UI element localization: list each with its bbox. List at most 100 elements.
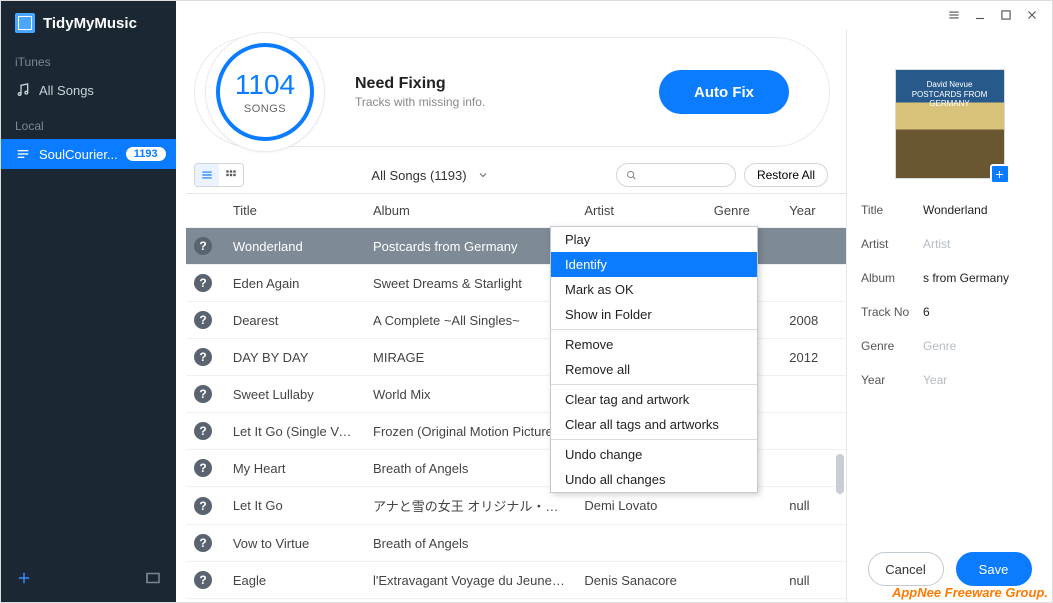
chevron-down-icon: [477, 169, 489, 181]
context-menu-item[interactable]: Undo change: [551, 442, 757, 467]
app-logo-icon: [15, 13, 35, 33]
detail-label-year: Year: [861, 373, 923, 387]
context-menu-item[interactable]: Clear all tags and artworks: [551, 412, 757, 437]
missing-info-icon: ?: [194, 459, 212, 477]
sidebar-item-all-songs[interactable]: All Songs: [1, 75, 176, 105]
window-controls: [176, 1, 1052, 29]
table-header-row: Title Album Artist Genre Year: [186, 194, 846, 228]
window-minimize-button[interactable]: [970, 7, 990, 23]
detail-value-title[interactable]: Wonderland: [923, 203, 1038, 217]
cell-title: Vow to Virtue: [225, 525, 365, 562]
cell-artist: [576, 525, 705, 562]
sidebar-section-local: Local: [1, 105, 176, 139]
add-source-button[interactable]: [15, 569, 33, 592]
cell-title: Dearest: [225, 302, 365, 339]
detail-value-year[interactable]: Year: [923, 373, 1038, 387]
cell-album: Breath of Angels: [365, 525, 576, 562]
context-menu-separator: [551, 439, 757, 440]
context-menu-item[interactable]: Mark as OK: [551, 277, 757, 302]
cell-album: l'Extravagant Voyage du Jeune et Prodig: [365, 562, 576, 599]
context-menu-item[interactable]: Identify: [551, 252, 757, 277]
cell-artist: Denis Sanacore: [576, 562, 705, 599]
app-logo-row: TidyMyMusic: [1, 1, 176, 41]
window-close-button[interactable]: [1022, 7, 1042, 23]
cell-title: Let It Go (Single Version: [225, 413, 365, 450]
cell-album: Postcards from Germany: [365, 228, 576, 265]
context-menu-item[interactable]: Undo all changes: [551, 467, 757, 492]
missing-info-icon: ?: [194, 237, 212, 255]
cell-title: Eden Again: [225, 265, 365, 302]
cancel-button[interactable]: Cancel: [868, 552, 944, 586]
cell-title: Eagle: [225, 562, 365, 599]
missing-info-icon: ?: [194, 571, 212, 589]
col-header-title[interactable]: Title: [225, 194, 365, 228]
view-toggle: [194, 163, 244, 187]
list-view-button[interactable]: [195, 164, 219, 186]
song-count-circle: 1104 SONGS: [205, 32, 325, 152]
context-menu-separator: [551, 384, 757, 385]
grid-view-button[interactable]: [219, 164, 243, 186]
col-header-genre[interactable]: Genre: [706, 194, 781, 228]
table-row[interactable]: ? Eaglel'Extravagant Voyage du Jeune et P…: [186, 562, 846, 599]
search-input[interactable]: [637, 168, 727, 182]
cell-title: Let It Go: [225, 487, 365, 525]
album-art-caption: David Nevue POSTCARDS FROM GERMANY: [896, 80, 1004, 109]
window-menu-button[interactable]: [944, 7, 964, 23]
song-count-value: 1104: [235, 69, 295, 101]
detail-label-artist: Artist: [861, 237, 923, 251]
cell-title: My Heart: [225, 450, 365, 487]
song-table-wrap: Title Album Artist Genre Year ?Wonderlan…: [186, 193, 846, 602]
context-menu-item[interactable]: Show in Folder: [551, 302, 757, 327]
col-header-album[interactable]: Album: [365, 194, 576, 228]
cell-album: アナと雪の女王 オリジナル・サウンドトラック: [365, 487, 576, 525]
cell-album: World Mix: [365, 376, 576, 413]
detail-value-artist[interactable]: Artist: [923, 237, 1038, 251]
missing-info-icon: ?: [194, 534, 212, 552]
restore-all-button[interactable]: Restore All: [744, 163, 828, 187]
filter-label: All Songs (1193): [371, 168, 466, 183]
detail-value-album[interactable]: s from Germany: [923, 271, 1038, 285]
detail-value-track[interactable]: 6: [923, 305, 1038, 319]
col-header-artist[interactable]: Artist: [576, 194, 705, 228]
context-menu-item[interactable]: Remove: [551, 332, 757, 357]
missing-info-icon: ?: [194, 422, 212, 440]
missing-info-icon: ?: [194, 497, 212, 515]
context-menu-separator: [551, 329, 757, 330]
cell-album: Frozen (Original Motion Picture Soundtr: [365, 413, 576, 450]
missing-info-icon: ?: [194, 385, 212, 403]
scrollbar[interactable]: [834, 194, 846, 602]
window-maximize-button[interactable]: [996, 7, 1016, 23]
main-area: 1104 SONGS Need Fixing Tracks with missi…: [176, 1, 1052, 602]
detail-value-genre[interactable]: Genre: [923, 339, 1038, 353]
search-icon: [625, 168, 637, 182]
cell-genre: [706, 525, 781, 562]
sidebar-collapse-button[interactable]: [144, 569, 162, 592]
scrollbar-thumb[interactable]: [836, 454, 844, 494]
sidebar-section-itunes: iTunes: [1, 41, 176, 75]
app-name: TidyMyMusic: [43, 15, 137, 32]
context-menu-item[interactable]: Clear tag and artwork: [551, 387, 757, 412]
filter-select[interactable]: All Songs (1193): [371, 168, 488, 183]
context-menu: PlayIdentifyMark as OKShow in Folder Remo…: [550, 226, 758, 493]
save-button[interactable]: Save: [956, 552, 1032, 586]
missing-info-icon: ?: [194, 311, 212, 329]
details-panel: David Nevue POSTCARDS FROM GERMANY + Tit…: [846, 29, 1052, 602]
music-note-icon: [15, 82, 31, 98]
sidebar-item-local-folder[interactable]: SoulCourier... 1193: [1, 139, 176, 169]
detail-label-title: Title: [861, 203, 923, 217]
search-box[interactable]: [616, 163, 736, 187]
add-artwork-button[interactable]: +: [990, 164, 1010, 184]
cell-album: Sweet Dreams & Starlight: [365, 265, 576, 302]
table-row[interactable]: ? Vow to VirtueBreath of Angels: [186, 525, 846, 562]
context-menu-item[interactable]: Remove all: [551, 357, 757, 382]
playlist-icon: [15, 146, 31, 162]
detail-label-album: Album: [861, 271, 923, 285]
missing-info-icon: ?: [194, 348, 212, 366]
auto-fix-button[interactable]: Auto Fix: [659, 70, 789, 114]
sidebar-badge: 1193: [126, 147, 166, 161]
summary-status: Need Fixing Tracks with missing info.: [355, 75, 629, 109]
summary-panel: 1104 SONGS Need Fixing Tracks with missi…: [194, 37, 830, 147]
detail-label-genre: Genre: [861, 339, 923, 353]
summary-title: Need Fixing: [355, 75, 629, 93]
context-menu-item[interactable]: Play: [551, 227, 757, 252]
